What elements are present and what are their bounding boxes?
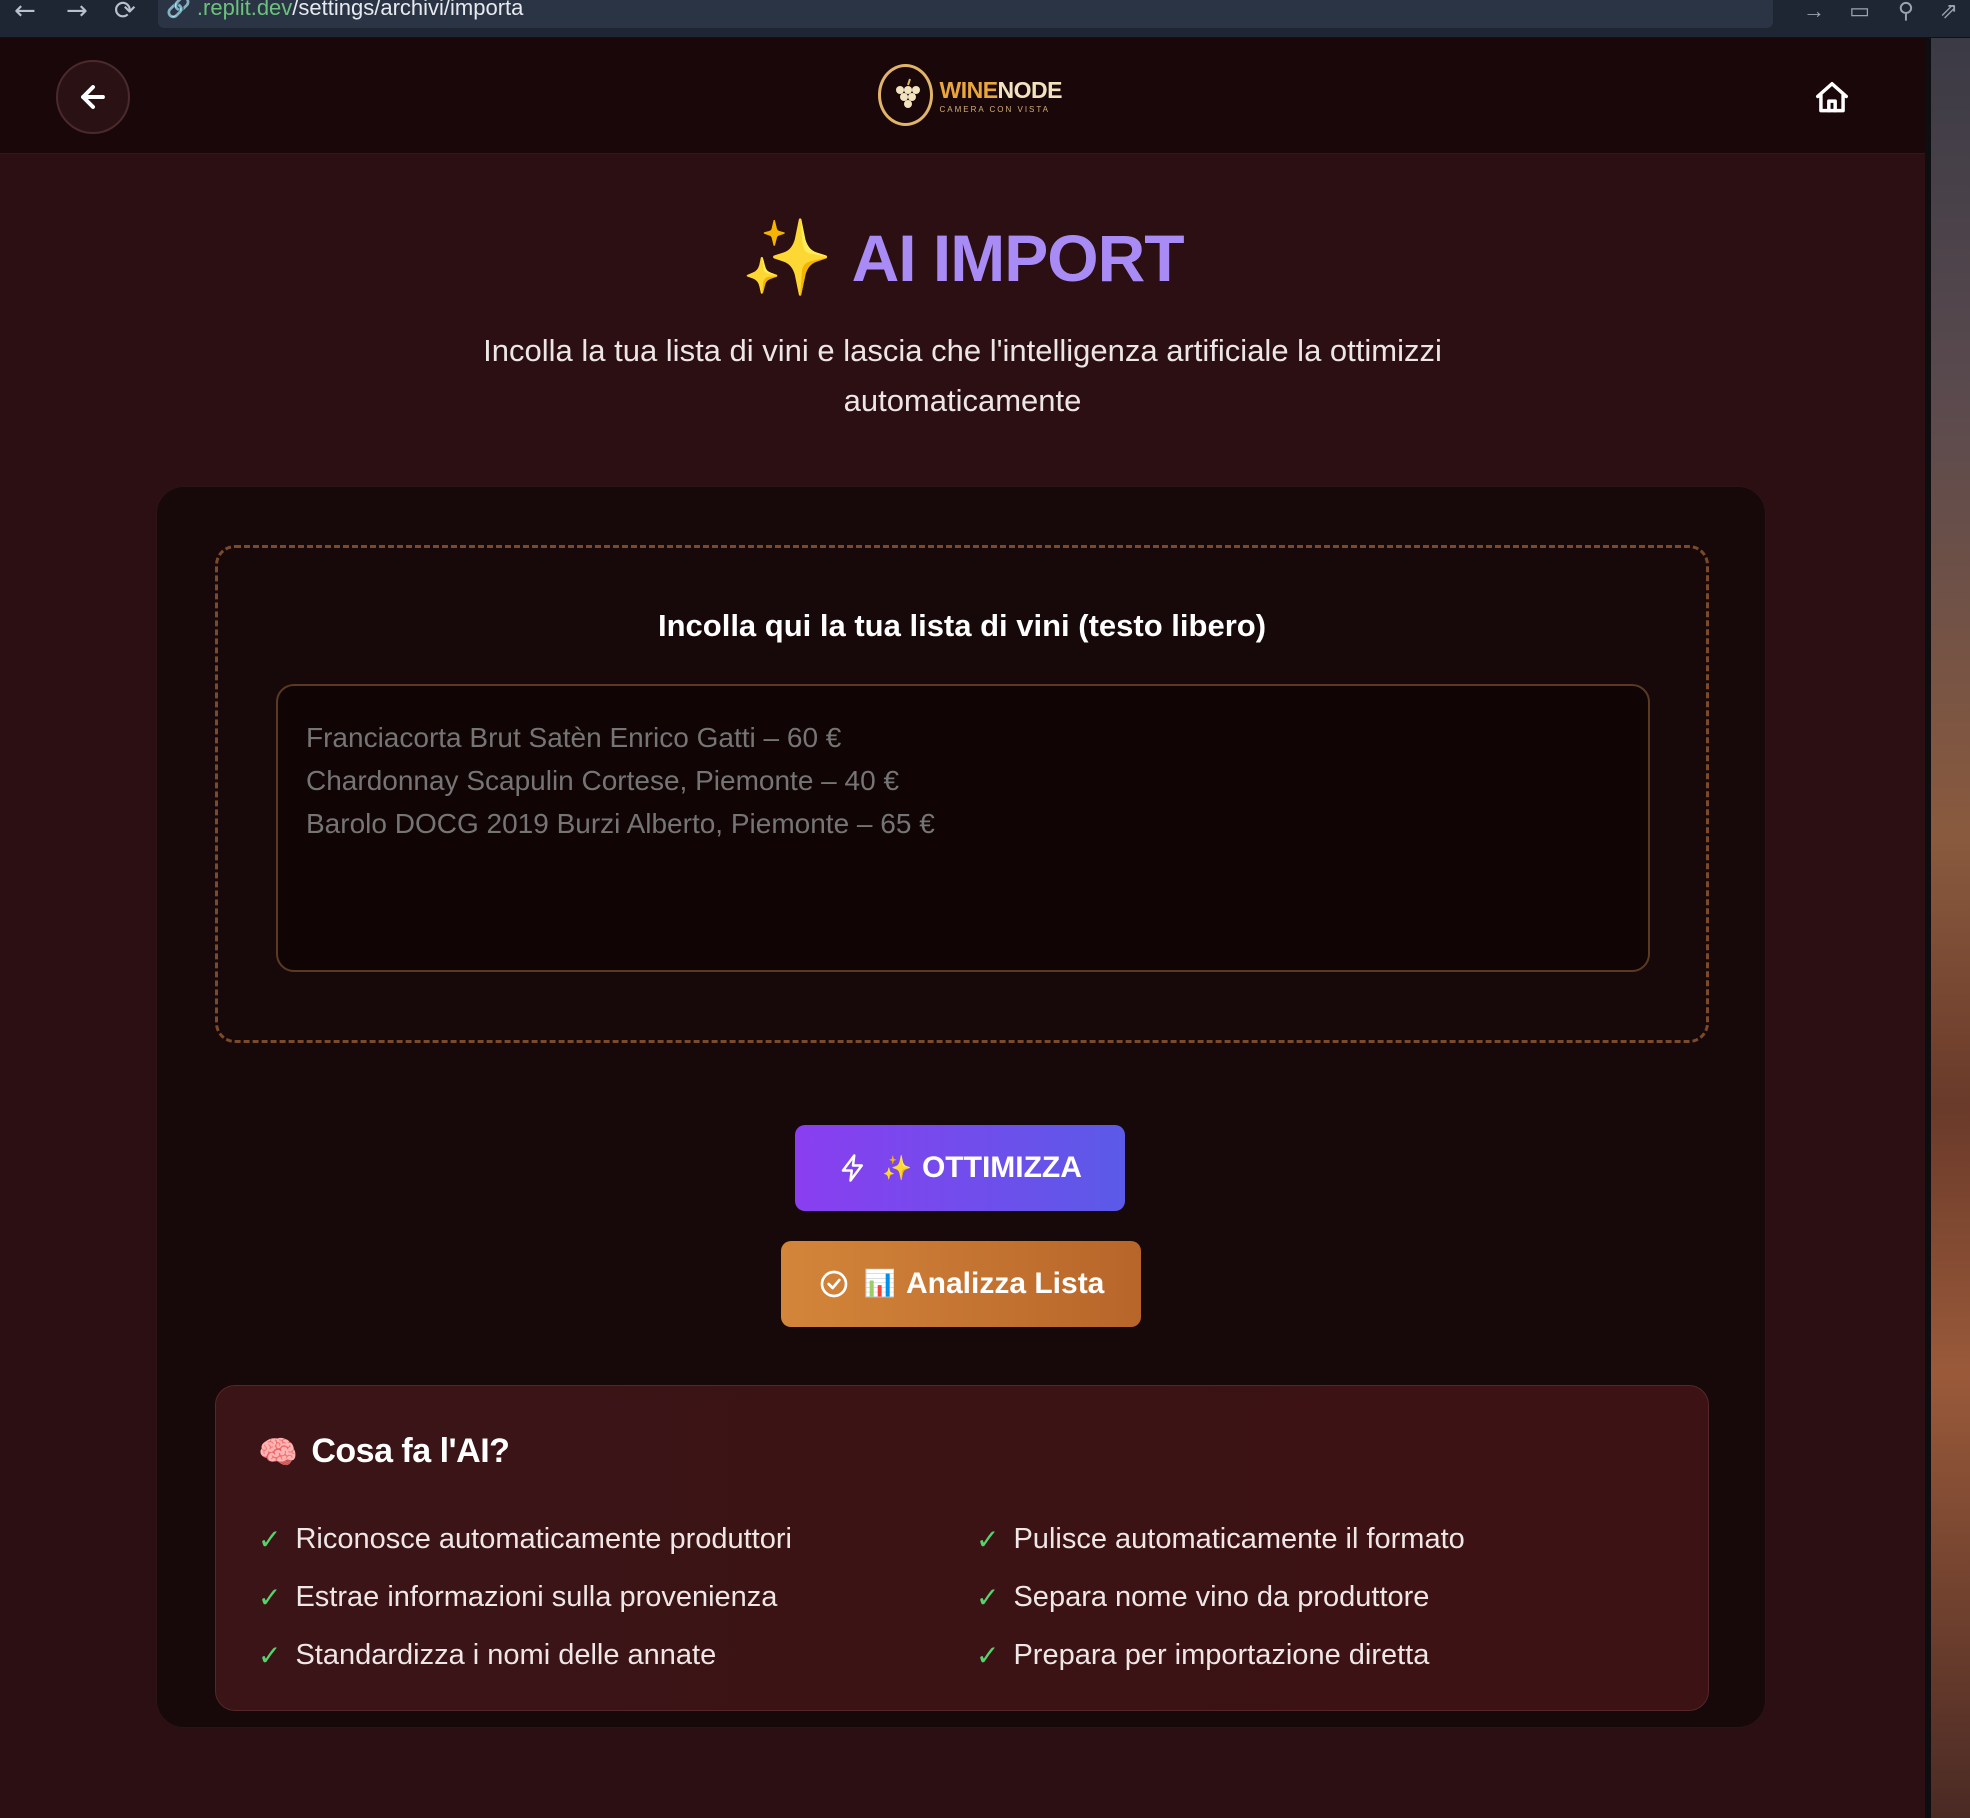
arrow-left-icon <box>81 85 105 109</box>
navigate-icon[interactable]: → <box>1803 0 1825 24</box>
list-item: ✓ Riconosce automaticamente produttori <box>258 1522 792 1556</box>
info-heading: 🧠 Cosa fa l'AI? <box>258 1432 510 1471</box>
bolt-icon <box>838 1153 868 1183</box>
optimize-button[interactable]: ✨ OTTIMIZZA <box>795 1125 1125 1211</box>
check-icon: ✓ <box>258 1522 282 1556</box>
dropzone-label: Incolla qui la tua lista di vini (testo … <box>657 608 1267 643</box>
page-title: AI IMPORT <box>851 221 1185 295</box>
paste-dropzone: Incolla qui la tua lista di vini (testo … <box>215 545 1709 1043</box>
url-domain: .replit.dev <box>196 0 293 20</box>
info-title: Cosa fa l'AI? <box>311 1432 510 1470</box>
url-path: /settings/archivi/importa <box>292 0 524 20</box>
list-item: ✓ Pulisce automaticamente il formato <box>976 1522 1465 1556</box>
grape-icon <box>878 64 934 126</box>
check-icon: ✓ <box>976 1522 1000 1556</box>
address-bar[interactable]: 🔗 .replit.dev /settings/archivi/importa <box>158 0 1773 28</box>
app-window: WINENODE CAMERA CON VISTA ✨ AI IMPORT In… <box>0 38 1925 1818</box>
list-item: ✓ Estrae informazioni sulla provenienza <box>258 1580 778 1614</box>
home-icon <box>1816 82 1848 113</box>
analyze-label: Analizza Lista <box>905 1267 1105 1300</box>
check-icon: ✓ <box>976 1580 1000 1614</box>
browser-toolbar: ← → ⟳ 🔗 .replit.dev /settings/archivi/im… <box>0 0 1970 38</box>
open-external-icon[interactable]: ⇗ <box>1940 0 1958 24</box>
desktop-background <box>1925 38 1970 1818</box>
optimize-label: OTTIMIZZA <box>921 1151 1082 1184</box>
logo-tagline: CAMERA CON VISTA <box>939 104 1051 114</box>
devices-icon[interactable]: ▭ <box>1849 0 1870 24</box>
sparkles-icon: ✨ <box>882 1154 912 1182</box>
logo-wordmark: WINENODE <box>939 76 1062 103</box>
brain-icon: 🧠 <box>258 1432 298 1471</box>
bar-chart-icon: 📊 <box>863 1269 896 1299</box>
check-icon: ✓ <box>258 1638 282 1672</box>
wine-list-textarea[interactable] <box>276 684 1650 972</box>
back-button[interactable] <box>56 60 130 134</box>
winenode-logo[interactable]: WINENODE CAMERA CON VISTA <box>878 60 1063 130</box>
list-item: ✓ Separa nome vino da produttore <box>976 1580 1430 1614</box>
top-navigation: WINENODE CAMERA CON VISTA <box>0 38 1925 154</box>
feature-list-left: ✓ Riconosce automaticamente produttori ✓ E… <box>258 1510 792 1684</box>
feature-list-right: ✓ Pulisce automaticamente il formato ✓ Sep… <box>976 1510 1465 1684</box>
wrench-icon[interactable]: ⚲ <box>1898 0 1914 24</box>
home-button[interactable] <box>1808 74 1856 122</box>
import-card: Incolla qui la tua lista di vini (testo … <box>156 486 1766 1728</box>
list-item: ✓ Standardizza i nomi delle annate <box>258 1638 717 1672</box>
sparkles-icon: ✨ <box>741 215 834 301</box>
link-icon: 🔗 <box>166 0 191 19</box>
page-header: ✨ AI IMPORT <box>0 208 1925 308</box>
check-circle-icon <box>818 1268 850 1300</box>
browser-reload-icon[interactable]: ⟳ <box>114 0 136 26</box>
list-item: ✓ Prepara per importazione diretta <box>976 1638 1430 1672</box>
check-icon: ✓ <box>258 1580 282 1614</box>
check-icon: ✓ <box>976 1638 1000 1672</box>
analyze-list-button[interactable]: 📊 Analizza Lista <box>781 1241 1141 1327</box>
browser-back-icon[interactable]: ← <box>14 0 36 26</box>
ai-info-panel: 🧠 Cosa fa l'AI? ✓ Riconosce automaticamen… <box>215 1385 1709 1711</box>
page-subtitle: Incolla la tua lista di vini e lascia ch… <box>483 333 1442 418</box>
browser-forward-icon[interactable]: → <box>66 0 88 26</box>
